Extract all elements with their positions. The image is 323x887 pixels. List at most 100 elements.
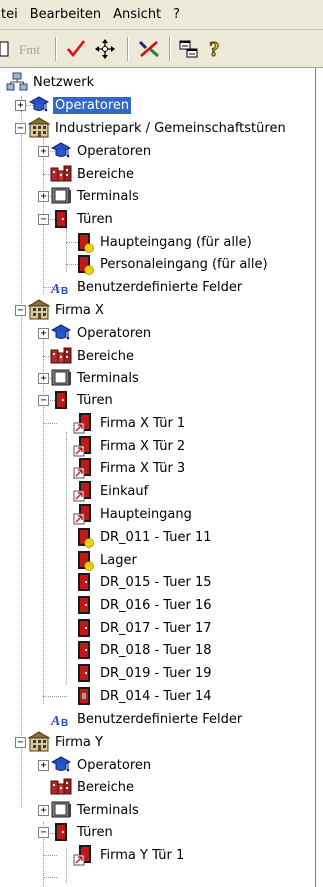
operator-icon	[50, 140, 72, 162]
toolbar-separator	[127, 37, 129, 61]
door-unknown-icon	[73, 685, 95, 707]
tree-node-firma-y[interactable]: Firma Y	[28, 731, 105, 753]
tree-node-tueren[interactable]: Türen	[50, 389, 115, 411]
tree-node-label: Firma X	[55, 302, 104, 318]
tree-node-industriepark[interactable]: Industriepark / Gemeinschaftstüren	[28, 117, 288, 139]
tree-node-label: Haupteingang (für alle)	[100, 234, 252, 250]
menu-help[interactable]: ?	[167, 0, 186, 30]
collapse-button[interactable]: −	[38, 395, 49, 406]
move-icon	[95, 39, 115, 59]
tree-node-door[interactable]: Firma Y Tür 1	[73, 844, 186, 866]
tree-node-terminals[interactable]: Terminals	[50, 799, 141, 821]
menu-file[interactable]: tei	[0, 0, 24, 30]
tree-node-operatoren[interactable]: Operatoren	[50, 140, 153, 162]
tree-node-door[interactable]: DR_016 - Tuer 16	[73, 594, 214, 616]
tree-node-operatoren[interactable]: Operatoren	[50, 754, 153, 776]
expand-button[interactable]: +	[38, 146, 49, 157]
tree-node-door[interactable]: Haupteingang (für alle)	[73, 231, 254, 253]
door-link-icon	[73, 503, 95, 525]
tree-node-label: DR_019 - Tuer 19	[100, 665, 212, 681]
tree-node-door[interactable]: Personaleingang (für alle)	[73, 253, 270, 275]
door-link-icon	[73, 435, 95, 457]
tree-node-felder[interactable]: Benutzerdefinierte Felder	[50, 276, 244, 298]
help-icon: ?	[209, 37, 220, 61]
menu-edit[interactable]: Bearbeiten	[24, 0, 107, 30]
collapse-button[interactable]: −	[38, 827, 49, 838]
tree-node-tueren[interactable]: Türen	[50, 821, 115, 843]
collapse-button[interactable]: −	[15, 305, 26, 316]
tree-node-door[interactable]: DR_019 - Tuer 19	[73, 662, 214, 684]
help-button[interactable]: ?	[205, 37, 227, 61]
tree-connector	[66, 228, 67, 272]
tree-node-door[interactable]: Lager	[73, 549, 139, 571]
door-link-icon	[73, 457, 95, 479]
format-button[interactable]: Fmt	[17, 37, 49, 61]
tree-node-door[interactable]: Einkauf	[73, 480, 150, 502]
network-icon	[6, 71, 28, 93]
tree-node-firma-x[interactable]: Firma X	[28, 299, 106, 321]
building-icon	[28, 299, 50, 321]
tree-node-bereiche[interactable]: Bereiche	[50, 776, 136, 798]
disconnect-icon	[138, 40, 159, 58]
tree-node-operatoren[interactable]: Operatoren	[50, 322, 153, 344]
tree-node-label: Bereiche	[77, 348, 134, 364]
expand-button[interactable]: +	[15, 100, 26, 111]
terminal-icon	[50, 185, 72, 207]
tree-node-terminals[interactable]: Terminals	[50, 367, 141, 389]
tree-node-label: DR_016 - Tuer 16	[100, 597, 212, 613]
toolbar-separator	[55, 37, 57, 61]
check-button[interactable]	[64, 37, 88, 61]
expand-button[interactable]: +	[38, 805, 49, 816]
tree-node-door[interactable]: Haupteingang	[73, 503, 194, 525]
door-warning-icon	[73, 549, 95, 571]
expand-button[interactable]: +	[38, 328, 49, 339]
expand-button[interactable]: +	[38, 191, 49, 202]
tree-node-door[interactable]: Firma X Tür 2	[73, 435, 187, 457]
tree-connector	[66, 848, 67, 883]
tree-node-door[interactable]: Firma X Tür 3	[73, 457, 187, 479]
tree-node-label: Türen	[77, 824, 113, 840]
tree-node-felder[interactable]: Benutzerdefinierte Felder	[50, 708, 244, 730]
building-icon	[28, 117, 50, 139]
tree-node-bereiche[interactable]: Bereiche	[50, 163, 136, 185]
tree-node-door[interactable]: DR_011 - Tuer 11	[73, 526, 214, 548]
svg-text:Fmt: Fmt	[19, 42, 40, 57]
tree-node-door[interactable]: DR_017 - Tuer 17	[73, 617, 214, 639]
tree-view[interactable]: + − + + − − + + − − + + − Netzwerk Opera…	[0, 68, 316, 887]
tree-node-label: Benutzerdefinierte Felder	[77, 279, 243, 295]
tree-node-label: DR_014 - Tuer 14	[100, 688, 212, 704]
expand-button[interactable]: +	[38, 373, 49, 384]
tree-node-label: DR_011 - Tuer 11	[100, 529, 212, 545]
tree-node-label: Firma X Tür 3	[100, 460, 186, 476]
tree-node-label: Firma X Tür 1	[100, 415, 186, 431]
tree-node-label: Industriepark / Gemeinschaftstüren	[55, 120, 286, 136]
collapse-button[interactable]: −	[15, 737, 26, 748]
toolbar-separator	[169, 37, 171, 61]
tree-node-label: Personaleingang (für alle)	[100, 256, 268, 272]
window-button[interactable]	[177, 37, 201, 61]
new-button[interactable]	[0, 37, 9, 61]
tree-node-netzwerk[interactable]: Netzwerk	[6, 71, 96, 93]
tree-node-label: Türen	[77, 392, 113, 408]
tree-node-bereiche[interactable]: Bereiche	[50, 345, 136, 367]
tree-node-terminals[interactable]: Terminals	[50, 185, 141, 207]
tree-node-door[interactable]: DR_015 - Tuer 15	[73, 571, 214, 593]
collapse-button[interactable]: −	[15, 123, 26, 134]
tree-node-label: DR_015 - Tuer 15	[100, 574, 212, 590]
door-icon	[50, 821, 72, 843]
tree-node-label: Terminals	[77, 802, 139, 818]
tree-node-door[interactable]: DR_014 - Tuer 14	[73, 685, 214, 707]
format-icon: Fmt	[19, 42, 40, 57]
tree-node-operatoren[interactable]: Operatoren	[28, 94, 133, 116]
collapse-button[interactable]: −	[38, 214, 49, 225]
tree-node-tueren[interactable]: Türen	[50, 208, 115, 230]
expand-button[interactable]: +	[38, 760, 49, 771]
tree-node-door[interactable]: Firma X Tür 1	[73, 412, 187, 434]
tree-node-label: Türen	[77, 211, 113, 227]
tree-node-label: Firma X Tür 2	[100, 438, 186, 454]
disconnect-button[interactable]	[136, 37, 162, 61]
tree-node-door[interactable]: DR_018 - Tuer 18	[73, 639, 214, 661]
door-icon	[73, 571, 95, 593]
move-button[interactable]	[93, 37, 117, 61]
menu-view[interactable]: Ansicht	[107, 0, 167, 30]
